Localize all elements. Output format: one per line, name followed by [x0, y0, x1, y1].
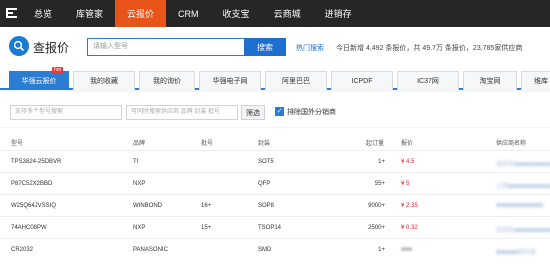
exclude-foreign-checkbox[interactable]: ✓: [275, 107, 284, 116]
cell-supplier[interactable]: 上海■■■■■■■■■■■■: [496, 181, 550, 190]
nav-item-finance[interactable]: 收支宝: [211, 0, 262, 27]
cell-package: SMD: [258, 247, 272, 253]
nav-item-cloud-mall[interactable]: 云商城: [262, 0, 313, 27]
tab-icpdf[interactable]: ICPDF: [331, 71, 393, 90]
nav-item-overview[interactable]: 总览: [22, 0, 64, 27]
cell-price: ¥ 4.5: [401, 159, 415, 165]
cell-moq: 2500+: [368, 225, 385, 231]
cell-batch: 15+: [201, 225, 212, 231]
cell-package: TSOP14: [258, 225, 282, 231]
cell-model[interactable]: CR2032: [11, 247, 33, 253]
cell-price: ¥ 2.35: [401, 203, 418, 209]
table-row[interactable]: W25Q64JVSSIQ WINBOND 16+ SOP8 9000+ ¥ 2.…: [0, 194, 550, 216]
column-header-price[interactable]: 报价: [401, 138, 413, 147]
cell-model[interactable]: TPS3824-25DBVR: [11, 159, 61, 165]
quote-table: 型号 品牌 批号 封装 起订量 报价 供应商名称 TPS3824-25DBVR …: [0, 128, 550, 267]
column-header-brand[interactable]: 品牌: [133, 138, 145, 147]
quote-stats: 今日新增 4,492 条报价，共 49.7万 条报价，23,785家供应商: [336, 45, 523, 52]
tab-alibaba[interactable]: 阿里巴巴: [265, 71, 327, 90]
column-header-package[interactable]: 封装: [258, 138, 270, 147]
table-row[interactable]: CR2032 PANASONIC SMD 1+ ■■■ ■■■■■■供应商: [0, 238, 550, 260]
tab-my-inquiries[interactable]: 我的询价: [139, 71, 195, 90]
nav-item-inventory[interactable]: 库管家: [64, 0, 115, 27]
cell-price: ¥ 5: [401, 181, 410, 187]
column-header-supplier[interactable]: 供应商名称: [496, 138, 526, 147]
search-button[interactable]: 搜索: [244, 38, 286, 56]
filter-bar: 支持多个型号搜索 可同时搜索供应商 品牌 封装 批号 筛选 ✓ 排除国外分销商: [0, 92, 550, 127]
page-title: 查报价: [33, 41, 70, 55]
cell-brand: NXP: [133, 181, 146, 187]
cell-moq: 9000+: [368, 203, 385, 209]
cloud-logo-icon[interactable]: [0, 0, 22, 27]
table-row[interactable]: TPS3824-25DBVR TI SOT5 1+ ¥ 4.5 深圳市■■■■■…: [0, 150, 550, 172]
model-filter-input[interactable]: 支持多个型号搜索: [10, 105, 122, 120]
cell-moq: 55+: [374, 181, 385, 187]
cell-brand: NXP: [133, 225, 146, 231]
hot-search-link[interactable]: 热门搜索: [296, 43, 324, 53]
tab-ic37[interactable]: IC37网: [397, 71, 459, 90]
column-header-batch[interactable]: 批号: [201, 138, 213, 147]
nav-item-crm[interactable]: CRM: [166, 0, 211, 27]
exclude-foreign-label: 排除国外分销商: [287, 109, 336, 116]
nav-item-cloud-quote[interactable]: 云报价: [115, 0, 167, 27]
cell-model[interactable]: P87C52X2BBD: [11, 181, 52, 187]
table-row[interactable]: 74AHC08PW NXP 15+ TSOP14 2500+ ¥ 0.32 深圳…: [0, 216, 550, 238]
nav-item-erp[interactable]: 进销存: [313, 0, 364, 27]
column-header-moq[interactable]: 起订量: [366, 138, 384, 147]
filter-button[interactable]: 筛选: [241, 105, 265, 120]
keyword-filter-input[interactable]: 可同时搜索供应商 品牌 封装 批号: [126, 105, 238, 120]
cell-brand: TI: [133, 159, 139, 165]
hot-badge: hot: [52, 67, 63, 74]
search-icon: [9, 36, 29, 56]
cell-package: QFP: [258, 181, 271, 187]
table-row[interactable]: P87C52X2BBD NXP QFP 55+ ¥ 5 上海■■■■■■■■■■…: [0, 172, 550, 194]
cell-model[interactable]: 74AHC08PW: [11, 225, 47, 231]
cell-supplier[interactable]: 深圳市■■■■■■■■■■■: [496, 225, 550, 234]
cell-moq: 1+: [378, 159, 385, 165]
cell-model[interactable]: W25Q64JVSSIQ: [11, 203, 56, 209]
cell-package: SOP8: [258, 203, 275, 209]
column-header-model[interactable]: 型号: [11, 138, 23, 147]
cell-batch: 16+: [201, 203, 212, 209]
cell-price: ■■■: [401, 247, 412, 253]
cell-brand: PANASONIC: [133, 247, 168, 253]
cell-brand: WINBOND: [133, 203, 162, 209]
search-header: 查报价 请输入型号 搜索 热门搜索 今日新增 4,492 条报价，共 49.7万…: [0, 27, 550, 67]
search-input[interactable]: 请输入型号: [87, 38, 244, 56]
cell-price: ¥ 0.32: [401, 225, 418, 231]
tab-weiku[interactable]: 维库: [521, 71, 550, 90]
cell-package: SOT5: [258, 159, 274, 165]
cell-supplier[interactable]: 深圳市■■■■■■■■■■■: [496, 159, 550, 168]
cell-supplier[interactable]: ■■■■■■供应商: [496, 247, 536, 256]
tab-hqew[interactable]: 华强电子网: [199, 71, 261, 90]
cell-supplier[interactable]: ■■■■■■■■■■■■■: [496, 203, 543, 209]
top-nav: 总览 库管家 云报价 CRM 收支宝 云商城 进销存: [0, 0, 550, 27]
tab-favorites[interactable]: 我的收藏: [73, 71, 135, 90]
source-tabs: 华强云报价 我的收藏 我的询价 华强电子网 阿里巴巴 ICPDF IC37网 淘…: [0, 67, 550, 90]
cell-moq: 1+: [378, 247, 385, 253]
tab-taobao[interactable]: 淘宝网: [463, 71, 517, 90]
